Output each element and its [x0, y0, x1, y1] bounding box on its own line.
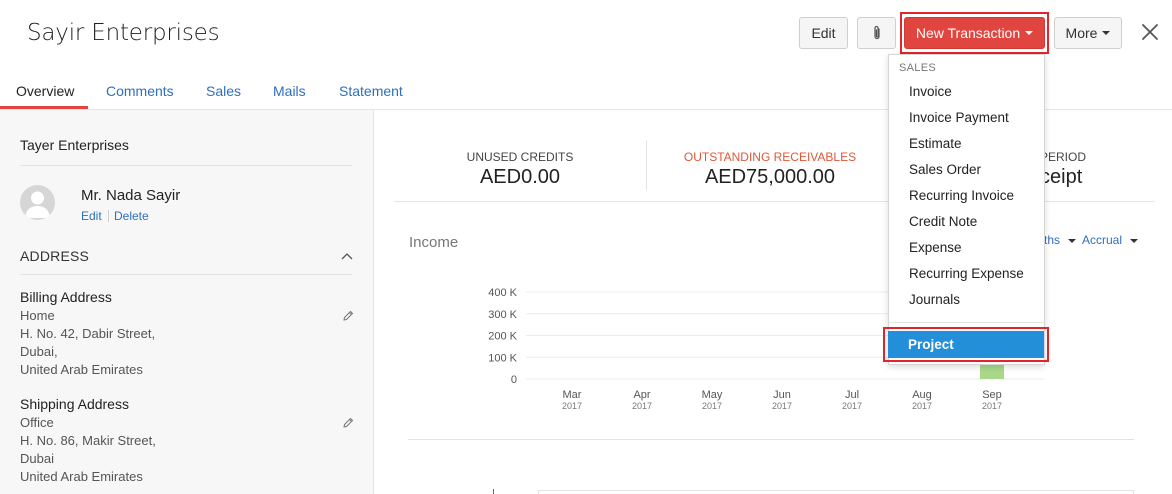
- divider: [646, 140, 647, 190]
- x-tick-label: May: [702, 389, 723, 401]
- x-tick-year-label: 2017: [632, 401, 652, 411]
- x-tick-year-label: 2017: [842, 401, 862, 411]
- delete-contact-link[interactable]: Delete: [114, 209, 149, 223]
- tab-comments[interactable]: Comments: [106, 83, 174, 99]
- menu-item-invoice[interactable]: Invoice: [909, 84, 952, 99]
- page-title: Sayir Enterprises: [27, 20, 220, 46]
- billing-address-title: Billing Address: [20, 289, 112, 305]
- person-icon: [25, 191, 50, 218]
- tab-statement[interactable]: Statement: [339, 83, 403, 99]
- menu-item-recurring-invoice[interactable]: Recurring Invoice: [909, 188, 1014, 203]
- caret-down-icon: [1102, 31, 1111, 35]
- edit-billing-pencil-icon[interactable]: [342, 310, 354, 322]
- new-transaction-menu: SALES Invoice Invoice Payment Estimate S…: [888, 54, 1045, 365]
- edit-button[interactable]: Edit: [799, 17, 848, 49]
- edit-shipping-pencil-icon[interactable]: [342, 417, 354, 429]
- attach-button[interactable]: [857, 17, 896, 49]
- y-tick-label: 0: [511, 374, 517, 386]
- bar: [980, 362, 1004, 379]
- tab-overview[interactable]: Overview: [16, 83, 74, 99]
- shipping-address-line: H. No. 86, Makir Street,: [20, 433, 156, 448]
- menu-item-sales-order[interactable]: Sales Order: [909, 162, 981, 177]
- menu-item-recurring-expense[interactable]: Recurring Expense: [909, 266, 1024, 281]
- divider: [408, 439, 1134, 440]
- x-tick-label: Mar: [563, 389, 582, 401]
- active-tab-indicator: [0, 106, 88, 109]
- tab-sales[interactable]: Sales: [206, 83, 241, 99]
- x-tick-year-label: 2017: [562, 401, 582, 411]
- y-tick-label: 100 K: [488, 352, 517, 364]
- unused-credits-label: UNUSED CREDITS: [466, 150, 574, 164]
- divider: [20, 165, 352, 166]
- menu-item-journals[interactable]: Journals: [909, 292, 960, 307]
- billing-address-line: United Arab Emirates: [20, 362, 143, 377]
- caret-down-icon: [1130, 238, 1139, 243]
- menu-item-credit-note[interactable]: Credit Note: [909, 214, 977, 229]
- x-tick-year-label: 2017: [982, 401, 1002, 411]
- period-filter-label: ths: [1044, 233, 1061, 247]
- address-heading[interactable]: ADDRESS: [20, 248, 89, 264]
- shipping-address-line: Office: [20, 415, 54, 430]
- payment-period-label: PERIOD: [1040, 150, 1087, 164]
- x-tick-year-label: 2017: [772, 401, 792, 411]
- customer-details-panel: Tayer Enterprises Mr. Nada Sayir Edit De…: [0, 110, 374, 494]
- accounting-basis-filter[interactable]: Accrual: [1082, 233, 1139, 247]
- x-tick-year-label: 2017: [912, 401, 932, 411]
- period-filter[interactable]: ths: [1044, 233, 1077, 247]
- divider: [20, 274, 352, 275]
- caret-down-icon: [1068, 238, 1077, 243]
- x-tick-label: Aug: [912, 389, 932, 401]
- edit-contact-link[interactable]: Edit: [81, 209, 102, 223]
- billing-address-line: Home: [20, 308, 55, 323]
- menu-section-sales: SALES: [899, 62, 936, 74]
- menu-item-project[interactable]: Project: [888, 331, 1044, 358]
- payment-period-value: ceipt: [1040, 166, 1083, 188]
- contact-name: Mr. Nada Sayir: [81, 187, 181, 204]
- caret-down-icon: [1025, 31, 1034, 35]
- more-button[interactable]: More: [1054, 17, 1122, 49]
- shipping-address-title: Shipping Address: [20, 396, 129, 412]
- outstanding-receivables-label: OUTSTANDING RECEIVABLES: [683, 150, 857, 164]
- outstanding-receivables-value: AED75,000.00: [704, 166, 836, 188]
- new-transaction-button[interactable]: New Transaction: [904, 17, 1045, 49]
- new-transaction-label: New Transaction: [915, 25, 1021, 41]
- card-edge: [538, 490, 1134, 494]
- menu-item-estimate[interactable]: Estimate: [909, 136, 962, 151]
- shipping-address-line: United Arab Emirates: [20, 469, 143, 484]
- close-icon[interactable]: [1140, 22, 1160, 42]
- chevron-up-icon[interactable]: [341, 252, 353, 260]
- company-name: Tayer Enterprises: [20, 137, 129, 153]
- paperclip-icon: [873, 25, 880, 40]
- y-tick-label: 400 K: [488, 287, 517, 299]
- chart-marker: [493, 489, 494, 494]
- y-tick-label: 200 K: [488, 331, 517, 343]
- more-label: More: [1065, 25, 1098, 41]
- avatar: [20, 185, 55, 220]
- y-tick-label: 300 K: [488, 309, 517, 321]
- x-tick-label: Jul: [845, 389, 859, 401]
- menu-item-invoice-payment[interactable]: Invoice Payment: [909, 110, 1009, 125]
- billing-address-line: H. No. 42, Dabir Street,: [20, 326, 156, 341]
- accounting-basis-label: Accrual: [1082, 233, 1123, 247]
- billing-address-line: Dubai,: [20, 344, 58, 359]
- income-title: Income: [409, 234, 459, 251]
- divider: [108, 210, 109, 222]
- x-tick-label: Jun: [773, 389, 791, 401]
- shipping-address-line: Dubai: [20, 451, 54, 466]
- menu-item-expense[interactable]: Expense: [909, 240, 962, 255]
- x-tick-label: Sep: [982, 389, 1002, 401]
- unused-credits-value: AED0.00: [479, 166, 561, 188]
- x-tick-label: Apr: [633, 389, 650, 401]
- tab-mails[interactable]: Mails: [273, 83, 306, 99]
- menu-divider: [889, 322, 1044, 323]
- x-tick-year-label: 2017: [702, 401, 722, 411]
